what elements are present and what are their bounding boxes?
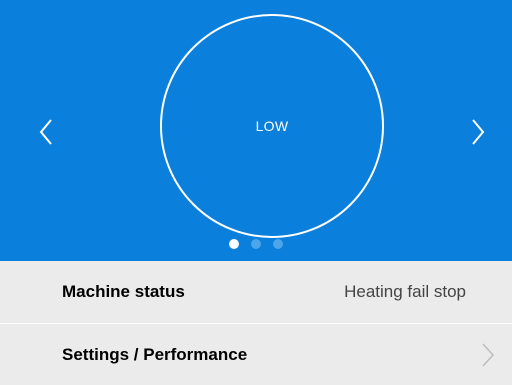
machine-status-label: Machine status: [62, 282, 185, 301]
machine-status-row: Machine status Heating fail stop: [0, 261, 512, 323]
chevron-right-icon: [472, 119, 485, 145]
chevron-left-icon: [39, 119, 52, 145]
settings-performance-label: Settings / Performance: [62, 344, 248, 364]
machine-status-value: Heating fail stop: [344, 282, 466, 301]
page-indicator: [0, 239, 512, 249]
next-mode-button[interactable]: [466, 114, 490, 150]
page-dot-3[interactable]: [273, 239, 283, 249]
page-dot-2[interactable]: [251, 239, 261, 249]
page-dot-1[interactable]: [229, 239, 239, 249]
chevron-right-icon: [482, 342, 495, 367]
mode-carousel: LOW: [0, 0, 512, 261]
settings-performance-row[interactable]: Settings / Performance: [0, 324, 512, 385]
mode-dial[interactable]: LOW: [160, 14, 384, 238]
mode-label: LOW: [255, 118, 289, 134]
settings-chevron: [481, 342, 495, 368]
previous-mode-button[interactable]: [34, 114, 58, 150]
